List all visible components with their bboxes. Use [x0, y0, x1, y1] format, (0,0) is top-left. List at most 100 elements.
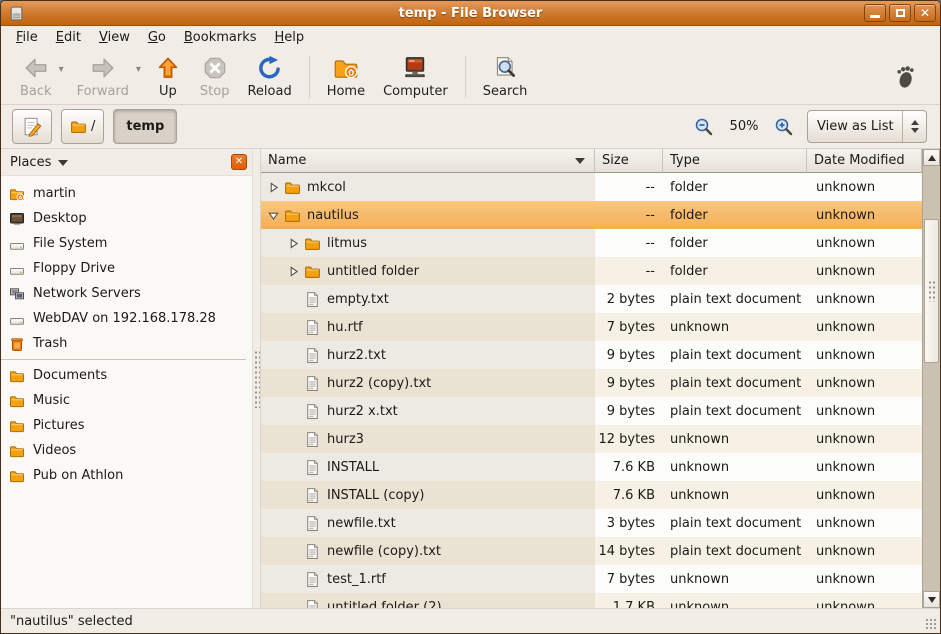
toolbar-button-label: Back — [20, 84, 52, 99]
places-header-label: Places — [10, 155, 51, 170]
scroll-down-button[interactable] — [923, 591, 940, 608]
thumb-grip-icon — [928, 280, 936, 302]
main-area: Places ✕ martinDesktopFile System Floppy … — [1, 149, 940, 608]
sidebar-item-label: Pictures — [33, 418, 84, 433]
menu-item-file[interactable]: File — [7, 28, 47, 47]
file-name-cell: INSTALL — [261, 453, 595, 481]
sidebar-item-martin[interactable]: martin — [1, 181, 252, 206]
text-file-icon — [304, 459, 321, 476]
table-row-hurz3[interactable]: hurz312 bytesunknownunknown — [261, 425, 922, 453]
window-resize-grip[interactable] — [925, 618, 938, 631]
file-date-cell: unknown — [807, 257, 922, 285]
menu-item-go[interactable]: Go — [139, 28, 175, 47]
sidebar-item-file-system[interactable]: File System — [1, 231, 252, 256]
toolbar-up-button[interactable]: Up — [145, 52, 191, 102]
table-row-litmus[interactable]: litmus--folderunknown — [261, 229, 922, 257]
toolbar-back-history-dropdown[interactable]: ▾ — [59, 64, 64, 75]
toolbar-separator — [465, 56, 466, 98]
zoom-out-icon[interactable] — [694, 117, 714, 137]
column-header-size[interactable]: Size — [595, 149, 663, 173]
toolbar-button-label: Home — [327, 84, 365, 99]
file-name-cell: mkcol — [261, 173, 595, 201]
menu-item-help[interactable]: Help — [266, 28, 314, 47]
minimize-button[interactable] — [864, 4, 886, 22]
sidebar-item-pictures[interactable]: Pictures — [1, 413, 252, 438]
places-header[interactable]: Places ✕ — [1, 149, 252, 176]
sidebar-item-pub-on-athlon[interactable]: Pub on Athlon — [1, 463, 252, 488]
table-row-untitled-folder[interactable]: untitled folder--folderunknown — [261, 257, 922, 285]
expander-expanded-icon[interactable] — [267, 210, 280, 221]
file-size-cell: -- — [595, 257, 663, 285]
table-row-install-copy[interactable]: INSTALL (copy)7.6 KBunknownunknown — [261, 481, 922, 509]
column-header-type[interactable]: Type — [663, 149, 807, 173]
table-row-newfile-txt[interactable]: newfile.txt3 bytesplain text documentunk… — [261, 509, 922, 537]
sidebar-item-documents[interactable]: Documents — [1, 363, 252, 388]
sort-descending-icon — [575, 158, 585, 164]
close-button[interactable]: ✕ — [914, 4, 936, 22]
edit-location-button[interactable] — [12, 109, 52, 144]
expander-collapsed-icon[interactable] — [267, 182, 280, 193]
sidebar-item-network-servers[interactable]: Network Servers — [1, 281, 252, 306]
column-header-name-label: Name — [268, 153, 306, 168]
toolbar-forward-button[interactable]: Forward — [68, 52, 138, 102]
menu-item-edit[interactable]: Edit — [47, 28, 90, 47]
home-folder-icon — [9, 186, 25, 202]
pane-resize-handle[interactable] — [252, 149, 261, 608]
column-header-date-modified[interactable]: Date Modified — [807, 149, 922, 173]
menu-item-bookmarks[interactable]: Bookmarks — [175, 28, 266, 47]
file-list-rows: mkcol--folderunknownnautilus--folderunkn… — [261, 173, 922, 608]
file-size-cell: 9 bytes — [595, 397, 663, 425]
places-sidebar: Places ✕ martinDesktopFile System Floppy … — [1, 149, 252, 608]
table-row-install[interactable]: INSTALL7.6 KBunknownunknown — [261, 453, 922, 481]
path-root-button[interactable]: / — [61, 109, 104, 144]
close-sidebar-button[interactable]: ✕ — [231, 154, 247, 170]
table-row-mkcol[interactable]: mkcol--folderunknown — [261, 173, 922, 201]
table-row-newfile-copy-txt[interactable]: newfile (copy).txt14 bytesplain text doc… — [261, 537, 922, 565]
file-name: hurz3 — [327, 432, 364, 447]
file-type-cell: plain text document — [663, 397, 807, 425]
back-arrow-icon — [23, 55, 49, 81]
sidebar-item-music[interactable]: Music — [1, 388, 252, 413]
table-row-hu-rtf[interactable]: hu.rtf7 bytesunknownunknown — [261, 313, 922, 341]
window-menu-icon[interactable] — [8, 5, 25, 22]
path-current-folder-button[interactable]: temp — [113, 109, 177, 144]
toolbar-reload-button[interactable]: Reload — [238, 52, 300, 102]
table-row-test-1-rtf[interactable]: test_1.rtf7 bytesunknownunknown — [261, 565, 922, 593]
sidebar-item-videos[interactable]: Videos — [1, 438, 252, 463]
expander-collapsed-icon[interactable] — [287, 238, 300, 249]
file-name: newfile.txt — [327, 516, 396, 531]
toolbar-stop-button[interactable]: Stop — [191, 52, 239, 102]
sidebar-item-webdav-on-192-168-178-28[interactable]: WebDAV on 192.168.178.28 — [1, 306, 252, 331]
scroll-up-button[interactable] — [923, 149, 940, 166]
toolbar-search-button[interactable]: Search — [474, 52, 537, 102]
toolbar-button-label: Up — [159, 84, 177, 99]
scrollbar-trough[interactable] — [923, 166, 940, 591]
file-name: mkcol — [307, 180, 346, 195]
table-row-hurz2-x-txt[interactable]: hurz2 x.txt9 bytesplain text documentunk… — [261, 397, 922, 425]
table-row-hurz2-txt[interactable]: hurz2.txt9 bytesplain text documentunkno… — [261, 341, 922, 369]
sidebar-item-desktop[interactable]: Desktop — [1, 206, 252, 231]
table-row-nautilus[interactable]: nautilus--folderunknown — [261, 201, 922, 229]
text-file-icon — [304, 431, 321, 448]
column-header-name[interactable]: Name — [261, 149, 595, 173]
zoom-in-icon[interactable] — [774, 117, 794, 137]
scrollbar-thumb[interactable] — [924, 219, 939, 363]
expander-collapsed-icon[interactable] — [287, 266, 300, 277]
table-row-untitled-folder-2[interactable]: untitled folder (2)1.7 KBunknownunknown — [261, 593, 922, 608]
file-type-cell: folder — [663, 229, 807, 257]
path-root-label: / — [91, 119, 95, 134]
sidebar-item-label: Floppy Drive — [33, 261, 115, 276]
pane-grip-icon — [254, 350, 260, 408]
toolbar-forward-history-dropdown[interactable]: ▾ — [136, 64, 141, 75]
menu-item-view[interactable]: View — [90, 28, 139, 47]
view-mode-dropdown[interactable]: View as List — [807, 110, 927, 143]
file-size-cell: 2 bytes — [595, 285, 663, 313]
toolbar-computer-button[interactable]: Computer — [374, 52, 457, 102]
sidebar-item-trash[interactable]: Trash — [1, 331, 252, 356]
sidebar-item-floppy-drive[interactable]: Floppy Drive — [1, 256, 252, 281]
maximize-button[interactable] — [889, 4, 911, 22]
toolbar-home-button[interactable]: Home — [318, 52, 374, 102]
toolbar-back-button[interactable]: Back — [11, 52, 61, 102]
table-row-hurz2-copy-txt[interactable]: hurz2 (copy).txt9 bytesplain text docume… — [261, 369, 922, 397]
table-row-empty-txt[interactable]: empty.txt2 bytesplain text documentunkno… — [261, 285, 922, 313]
